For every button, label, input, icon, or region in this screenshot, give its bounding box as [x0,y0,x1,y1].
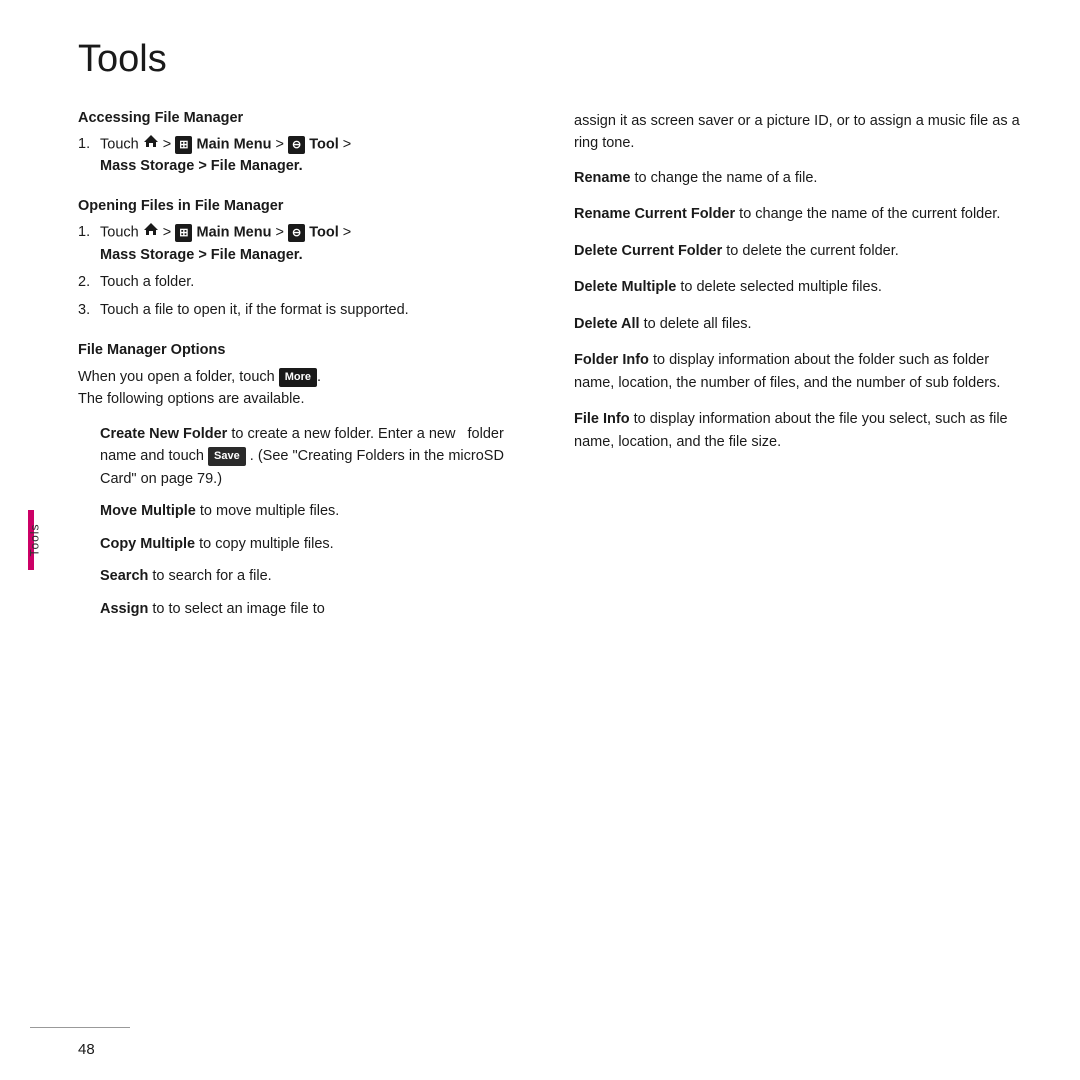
option-term-move: Move Multiple [100,503,196,519]
tool-badge: ⊖ [288,136,305,155]
right-intro: assign it as screen saver or a picture I… [574,110,1030,155]
option-search: Search to search for a file. [100,565,534,587]
option-move-multiple: Move Multiple to move multiple files. [100,500,534,522]
mass-storage-label-2: Mass Storage > File Manager. [100,247,303,263]
section-heading-accessing: Accessing File Manager [78,110,534,126]
step-3-opening: 3. Touch a file to open it, if the forma… [78,300,534,322]
option-term-search: Search [100,568,148,584]
option-term-file-info: File Info [574,411,630,427]
main-menu-badge-2: ⊞ [175,224,192,243]
right-option-rename-folder: Rename Current Folder to change the name… [574,203,1030,225]
right-option-rename: Rename to change the name of a file. [574,167,1030,189]
step-content-2: Touch a folder. [100,272,534,294]
option-term-delete-folder: Delete Current Folder [574,243,722,259]
option-copy-multiple: Copy Multiple to copy multiple files. [100,533,534,555]
left-column: Accessing File Manager 1. Touch > ⊞ Main… [78,110,534,1020]
mass-storage-label: Mass Storage > File Manager. [100,158,303,174]
option-term-create: Create New Folder [100,426,227,442]
option-term-folder-info: Folder Info [574,352,649,368]
main-menu-label-2: Main Menu [197,225,272,241]
step-1-opening: 1. Touch > ⊞ Main Menu > ⊖ Tool > Mass S… [78,222,534,266]
sidebar-label: Tools [28,523,42,556]
step-number: 1. [78,134,96,178]
option-term-rename: Rename [574,170,630,186]
page-number: 48 [78,1041,95,1058]
main-content: Accessing File Manager 1. Touch > ⊞ Main… [78,110,1030,1020]
main-menu-badge: ⊞ [175,136,192,155]
right-option-file-info: File Info to display information about t… [574,408,1030,453]
section-heading-opening: Opening Files in File Manager [78,198,534,214]
option-term-assign: Assign [100,601,148,617]
step-number: 1. [78,222,96,266]
right-option-delete-all: Delete All to delete all files. [574,313,1030,335]
page-title: Tools [78,38,167,81]
step-content: Touch > ⊞ Main Menu > ⊖ Tool > Mass Stor… [100,134,534,178]
more-button: More [279,368,317,387]
save-button: Save [208,447,246,466]
option-term-delete-multiple: Delete Multiple [574,279,676,295]
step-1-accessing: 1. Touch > ⊞ Main Menu > ⊖ Tool > Mass S… [78,134,534,178]
tool-label-2: Tool [309,225,339,241]
right-option-folder-info: Folder Info to display information about… [574,349,1030,394]
step-content: Touch > ⊞ Main Menu > ⊖ Tool > Mass Stor… [100,222,534,266]
option-term-delete-all: Delete All [574,316,640,332]
option-assign: Assign to to select an image file to [100,598,534,620]
option-term-copy: Copy Multiple [100,536,195,552]
page-divider [30,1027,130,1028]
tool-label: Tool [309,137,339,153]
options-intro: When you open a folder, touch More. The … [78,366,534,411]
options-block: Create New Folder to create a new folder… [100,423,534,620]
option-term-rename-folder: Rename Current Folder [574,206,735,222]
home-icon [143,134,159,156]
option-create-new-folder: Create New Folder to create a new folder… [100,423,534,490]
tool-badge-2: ⊖ [288,224,305,243]
right-column: assign it as screen saver or a picture I… [574,110,1030,1020]
step-number-3: 3. [78,300,96,322]
right-option-delete-folder: Delete Current Folder to delete the curr… [574,240,1030,262]
section-heading-options: File Manager Options [78,342,534,358]
step-content-3: Touch a file to open it, if the format i… [100,300,534,322]
right-option-delete-multiple: Delete Multiple to delete selected multi… [574,276,1030,298]
step-2-opening: 2. Touch a folder. [78,272,534,294]
home-icon-2 [143,222,159,244]
step-number-2: 2. [78,272,96,294]
main-menu-label: Main Menu [197,137,272,153]
